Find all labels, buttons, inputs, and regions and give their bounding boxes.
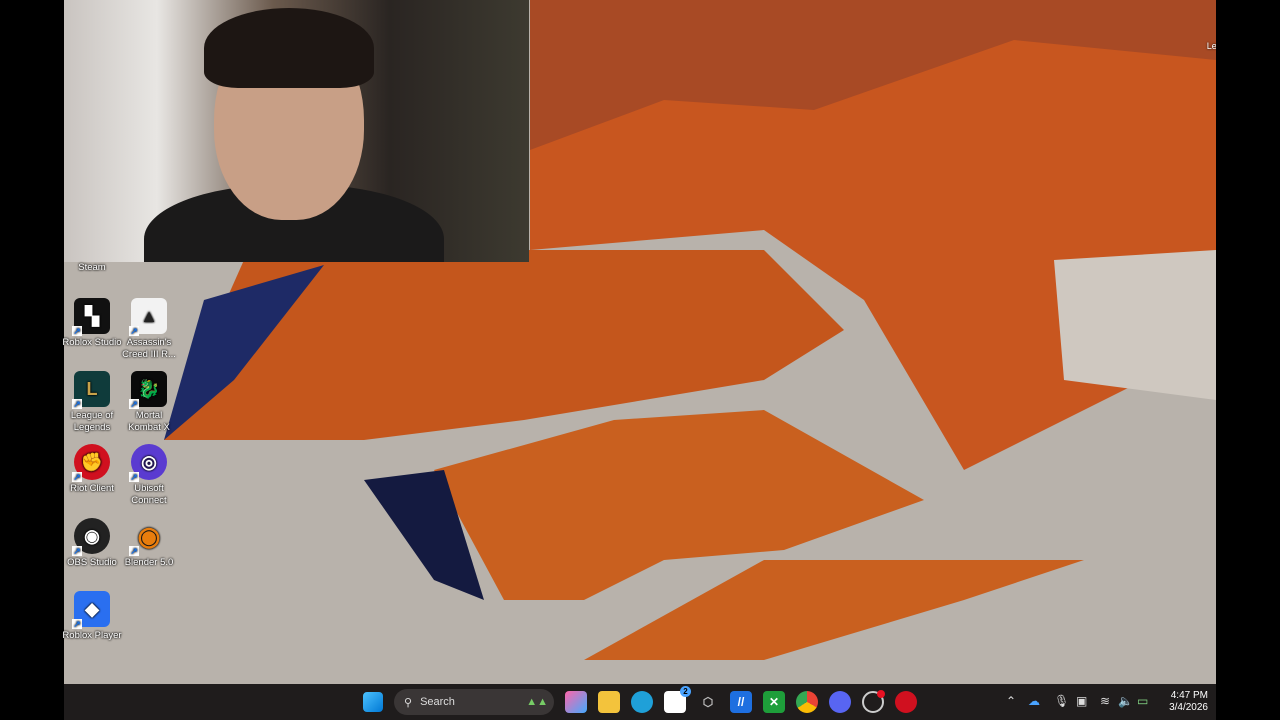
league-of-legends-icon: L [72, 371, 110, 409]
desktop-icon-assassins-creed[interactable]: ▲Assassin's Creed III R... [119, 298, 179, 361]
learn-about-picture-label: Learn about this picture [1206, 41, 1216, 51]
webcam-overlay [64, 0, 529, 262]
teamviewer-icon[interactable]: // [730, 691, 752, 713]
learn-about-picture-button[interactable]: ⌀ Learn about this picture [1204, 12, 1216, 64]
roblox-studio-icon: ▚ [72, 298, 110, 336]
xbox-icon[interactable]: ✕ [763, 691, 785, 713]
taskbar: ⚲ Search ▲▲ 2 ⬡ // ✕ ⌃ ☁ 🎙 ▣ ≋ 🔈 ▭ 4:47 PM… [64, 684, 1216, 720]
discord-icon[interactable] [829, 691, 851, 713]
app-icon[interactable]: ⬡ [697, 691, 719, 713]
battery-icon[interactable]: ▭ [1137, 694, 1148, 708]
chrome-icon[interactable] [796, 691, 818, 713]
file-explorer-icon[interactable] [598, 691, 620, 713]
clock[interactable]: 4:47 PM 3/4/2026 [1160, 690, 1208, 714]
search-box[interactable]: ⚲ Search ▲▲ [394, 689, 554, 715]
obs-studio-icon[interactable] [862, 690, 885, 713]
obs-icon: ◉ [72, 518, 110, 556]
start-button[interactable] [363, 692, 383, 712]
icon-label: Steam [78, 262, 106, 273]
icon-label: Riot Client [70, 483, 114, 494]
search-placeholder: Search [420, 696, 455, 708]
icon-label: Blender 5.0 [124, 557, 174, 568]
copilot-icon[interactable] [565, 691, 587, 713]
icon-label: League of Legends [70, 410, 114, 433]
mortal-kombat-icon: 🐉 [129, 371, 167, 409]
display-icon[interactable]: ▣ [1076, 694, 1087, 708]
desktop-icon-steam[interactable]: Steam [62, 262, 122, 274]
microsoft-store-icon[interactable]: 2 [664, 686, 691, 713]
icon-label: OBS Studio [67, 557, 117, 568]
desktop-icon-league-of-legends[interactable]: LLeague of Legends [62, 371, 122, 434]
icon-label: Mortal Kombat X [128, 410, 170, 433]
desktop-icon-riot-client[interactable]: ✊Riot Client [62, 444, 122, 495]
ubisoft-icon: ◎ [129, 444, 167, 482]
blender-icon: ◉ [129, 518, 167, 556]
desktop-icon-ubisoft-connect[interactable]: ◎Ubisoft Connect [119, 444, 179, 507]
wifi-icon[interactable]: ≋ [1100, 694, 1110, 708]
desktop-icon-obs-studio[interactable]: ◉OBS Studio [62, 518, 122, 569]
edge-icon[interactable] [631, 691, 653, 713]
search-icon: ⚲ [404, 696, 413, 709]
clock-time: 4:47 PM [1170, 690, 1208, 701]
icon-label: Assassin's Creed III R... [122, 337, 176, 360]
icon-label: Roblox Player [62, 630, 122, 641]
desktop-icon-roblox-player[interactable]: ◆Roblox Player [62, 591, 122, 642]
riot-client-icon: ✊ [72, 444, 110, 482]
store-badge: 2 [680, 686, 691, 697]
icon-label: Ubisoft Connect [131, 483, 167, 506]
icon-label: Roblox Studio [62, 337, 122, 348]
assassins-creed-icon: ▲ [129, 298, 167, 336]
microphone-icon[interactable]: 🎙 [1054, 694, 1069, 708]
desktop-icon-mortal-kombat-x[interactable]: 🐉Mortal Kombat X [119, 371, 179, 434]
search-highlight-icon: ▲▲ [526, 696, 548, 708]
volume-icon[interactable]: 🔈 [1118, 694, 1133, 708]
desktop-icon-blender[interactable]: ◉Blender 5.0 [119, 518, 179, 569]
onedrive-icon[interactable]: ☁ [1028, 694, 1040, 708]
roblox-player-icon: ◆ [72, 591, 110, 629]
show-hidden-icons-chevron[interactable]: ⌃ [1006, 694, 1016, 708]
riot-client-taskbar-icon[interactable] [895, 691, 917, 713]
desktop-icon-roblox-studio[interactable]: ▚Roblox Studio [62, 298, 122, 349]
clock-date: 3/4/2026 [1169, 702, 1208, 713]
